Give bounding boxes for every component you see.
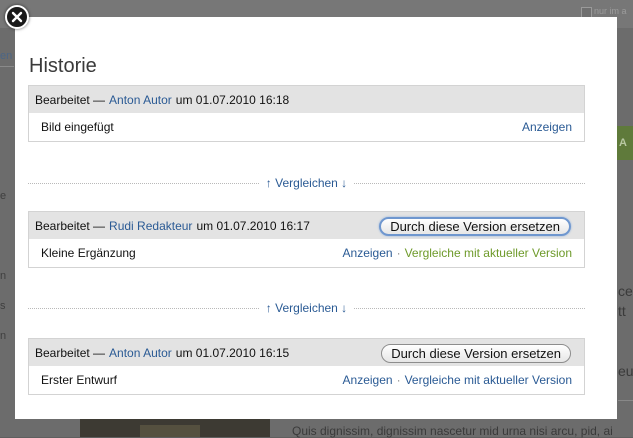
entry-header: Bearbeitet — Anton Autor um 01.07.2010 1… bbox=[29, 339, 584, 366]
entry-header: Bearbeitet — Anton Autor um 01.07.2010 1… bbox=[29, 86, 584, 113]
close-icon bbox=[11, 11, 23, 23]
background-left-link: en bbox=[0, 50, 13, 62]
entry-body: Kleine Ergänzung Anzeigen · Vergleiche m… bbox=[29, 239, 584, 267]
history-entry: Bearbeitet — Anton Autor um 01.07.2010 1… bbox=[28, 338, 585, 395]
entry-author-link[interactable]: Anton Autor bbox=[109, 93, 172, 107]
background-body-text: Quis dignissim, dignissim nascetur mid u… bbox=[292, 424, 613, 438]
view-link[interactable]: Anzeigen bbox=[343, 246, 393, 260]
history-entry: Bearbeitet — Rudi Redakteur um 01.07.201… bbox=[28, 211, 585, 268]
compare-link[interactable]: ↑ Vergleichen ↓ bbox=[259, 176, 354, 190]
entry-actions: Anzeigen · Vergleiche mit aktueller Vers… bbox=[343, 239, 572, 267]
replace-version-button[interactable]: Durch diese Version ersetzen bbox=[379, 217, 571, 236]
close-button[interactable] bbox=[5, 5, 29, 29]
background-right-text: eu bbox=[618, 363, 633, 379]
background-green-button: A bbox=[616, 126, 633, 160]
history-dialog: Historie Bearbeitet — Anton Autor um 01.… bbox=[15, 17, 617, 419]
background-left-text: e bbox=[0, 190, 7, 202]
compare-current-link[interactable]: Vergleiche mit aktueller Version bbox=[405, 373, 572, 387]
entry-header: Bearbeitet — Rudi Redakteur um 01.07.201… bbox=[29, 212, 584, 239]
entry-prefix: Bearbeitet — bbox=[35, 218, 106, 233]
entry-body: Erster Entwurf Anzeigen · Vergleiche mit… bbox=[29, 366, 584, 394]
view-link[interactable]: Anzeigen bbox=[343, 373, 393, 387]
background-left-text: n bbox=[0, 270, 7, 282]
background-right-text: ce bbox=[618, 283, 633, 299]
entry-prefix: Bearbeitet — bbox=[35, 345, 106, 360]
background-right-text: tt bbox=[618, 303, 626, 319]
entry-comment: Erster Entwurf bbox=[41, 373, 118, 387]
entry-date: um 01.07.2010 16:18 bbox=[175, 92, 290, 107]
entry-author-link[interactable]: Rudi Redakteur bbox=[109, 219, 192, 233]
entry-date: um 01.07.2010 16:15 bbox=[175, 345, 290, 360]
separator-dot: · bbox=[396, 373, 401, 387]
background-photo-detail bbox=[140, 425, 200, 437]
replace-version-button[interactable]: Durch diese Version ersetzen bbox=[381, 344, 571, 363]
entry-date: um 01.07.2010 16:17 bbox=[196, 218, 310, 233]
history-entry: Bearbeitet — Anton Autor um 01.07.2010 1… bbox=[28, 85, 585, 142]
entry-actions: Anzeigen · Vergleiche mit aktueller Vers… bbox=[343, 366, 572, 394]
background-box bbox=[618, 400, 633, 411]
dialog-title: Historie bbox=[29, 55, 97, 77]
background-divider bbox=[0, 66, 14, 67]
background-left-text: s bbox=[0, 300, 6, 312]
entry-body: Bild eingefügt Anzeigen bbox=[29, 113, 584, 141]
background-checkbox-label: nur im a bbox=[594, 6, 627, 16]
compare-row: ↑ Vergleichen ↓ bbox=[28, 176, 585, 190]
entry-actions: Anzeigen bbox=[522, 113, 572, 141]
compare-row: ↑ Vergleichen ↓ bbox=[28, 301, 585, 315]
entry-comment: Kleine Ergänzung bbox=[41, 246, 136, 260]
background-left-text: n bbox=[0, 330, 7, 342]
entry-prefix: Bearbeitet — bbox=[35, 92, 106, 107]
entry-author-link[interactable]: Anton Autor bbox=[109, 346, 172, 360]
compare-current-link[interactable]: Vergleiche mit aktueller Version bbox=[405, 246, 572, 260]
view-link[interactable]: Anzeigen bbox=[522, 120, 572, 134]
entry-comment: Bild eingefügt bbox=[41, 120, 114, 134]
compare-link[interactable]: ↑ Vergleichen ↓ bbox=[259, 301, 354, 315]
separator-dot: · bbox=[396, 246, 401, 260]
